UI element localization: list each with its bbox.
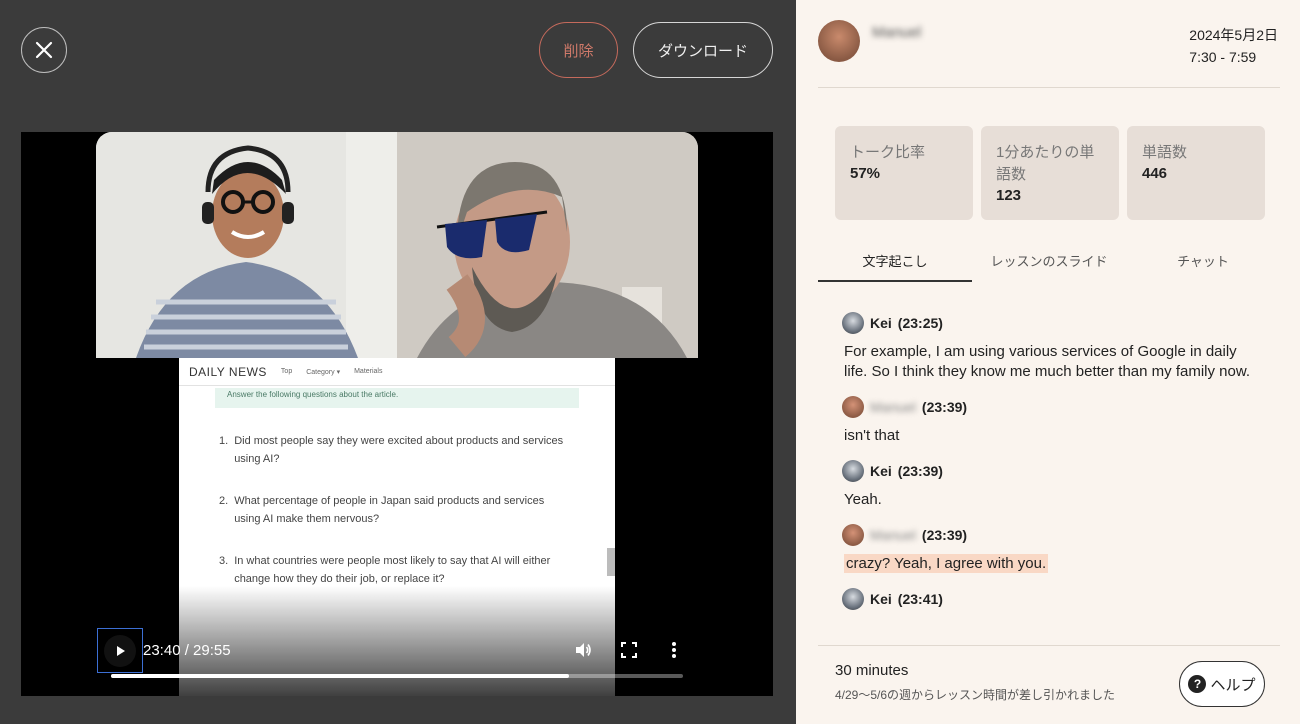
tab-chat[interactable]: チャット bbox=[1126, 244, 1280, 282]
lesson-date: 2024年5月2日 bbox=[1189, 27, 1278, 43]
speaker-name: Manuel bbox=[870, 399, 916, 415]
transcript-item: Kei (23:25) For example, I am using vari… bbox=[842, 308, 1252, 382]
stat-label: 1分あたりの単語数 bbox=[996, 144, 1095, 183]
highlighted-text: crazy? Yeah, I agree with you. bbox=[844, 554, 1049, 573]
avatar bbox=[842, 312, 864, 334]
speaker-name: Kei bbox=[870, 463, 892, 479]
divider bbox=[818, 645, 1280, 646]
transcript-item: Kei (23:39) Yeah. bbox=[842, 456, 1252, 510]
avatar bbox=[842, 524, 864, 546]
stat-talk-ratio: トーク比率 57% bbox=[835, 126, 973, 220]
progress-bar[interactable] bbox=[111, 674, 683, 678]
delete-button[interactable]: 削除 bbox=[539, 22, 618, 78]
message-text: crazy? Yeah, I agree with you. bbox=[844, 554, 1252, 574]
transcript-item: Kei (23:41) bbox=[842, 584, 1252, 614]
question-number: 3. bbox=[219, 555, 229, 567]
tab-bar: 文字起こし レッスンのスライド チャット bbox=[818, 244, 1280, 282]
message-header: Manuel (23:39) bbox=[842, 392, 1252, 422]
help-label: ヘルプ bbox=[1210, 676, 1256, 694]
stat-value: 446 bbox=[1142, 165, 1168, 182]
stat-word-count: 単語数 446 bbox=[1127, 126, 1265, 220]
slide-nav-category: Category ▾ bbox=[306, 368, 341, 376]
slide-nav-materials: Materials bbox=[354, 368, 383, 375]
lesson-time-range: 7:30 - 7:59 bbox=[1189, 49, 1257, 65]
divider bbox=[818, 87, 1280, 88]
slide-nav: DAILY NEWS Top Category ▾ Materials bbox=[179, 358, 615, 386]
message-text: Yeah. bbox=[844, 491, 882, 508]
question-text: What percentage of people in Japan said … bbox=[234, 495, 545, 525]
volume-icon[interactable] bbox=[573, 640, 593, 660]
message-time: (23:41) bbox=[897, 591, 943, 607]
play-icon bbox=[104, 634, 136, 667]
message-time: (23:39) bbox=[921, 399, 968, 415]
message-text: isn't that bbox=[844, 427, 900, 444]
message-header: Manuel (23:39) bbox=[842, 520, 1252, 550]
student-camera bbox=[397, 132, 698, 358]
slide-nav-top: Top bbox=[280, 368, 293, 375]
fullscreen-icon[interactable] bbox=[619, 640, 639, 660]
message-time: (23:39) bbox=[897, 463, 943, 479]
question-number: 1. bbox=[219, 435, 229, 447]
lesson-datetime: 2024年5月2日 7:30 - 7:59 bbox=[1189, 24, 1278, 68]
message-header: Kei (23:41) bbox=[842, 584, 1252, 614]
transcript-item: Manuel (23:39) crazy? Yeah, I agree with… bbox=[842, 520, 1252, 574]
slide-question: 2. What percentage of people in Japan sa… bbox=[219, 492, 573, 528]
slide-question: 3. In what countries were people most li… bbox=[219, 552, 573, 588]
video-time: 23:40 / 29:55 bbox=[143, 642, 231, 659]
message-time: (23:25) bbox=[897, 315, 943, 331]
transcript-list: Kei (23:25) For example, I am using vari… bbox=[842, 308, 1252, 614]
slide-logo: DAILY NEWS bbox=[189, 364, 267, 379]
slide-scrollbar bbox=[607, 548, 615, 576]
transcript-item: Manuel (23:39) isn't that bbox=[842, 392, 1252, 446]
play-button[interactable] bbox=[97, 628, 143, 673]
download-button[interactable]: ダウンロード bbox=[633, 22, 773, 78]
avatar bbox=[818, 20, 860, 62]
avatar bbox=[842, 588, 864, 610]
slide-instruction: Answer the following questions about the… bbox=[215, 388, 579, 408]
help-button[interactable]: ? ヘルプ bbox=[1179, 661, 1265, 707]
speaker-name: Kei bbox=[870, 315, 892, 331]
deduction-note: 4/29〜5/6の週からレッスン時間が差し引かれました bbox=[835, 688, 1116, 702]
details-pane: Manuel 2024年5月2日 7:30 - 7:59 トーク比率 57% 1… bbox=[796, 0, 1300, 724]
stat-words-per-minute: 1分あたりの単語数 123 bbox=[981, 126, 1119, 220]
close-button[interactable] bbox=[21, 27, 67, 73]
user-name: Manuel bbox=[872, 24, 922, 41]
stat-label: トーク比率 bbox=[850, 144, 926, 161]
question-text: Did most people say they were excited ab… bbox=[234, 435, 564, 465]
speaker-name: Manuel bbox=[870, 527, 916, 543]
close-icon bbox=[35, 41, 53, 59]
avatar bbox=[842, 460, 864, 482]
message-text: For example, I am using various services… bbox=[844, 343, 1251, 380]
message-header: Kei (23:25) bbox=[842, 308, 1252, 338]
more-options-icon[interactable] bbox=[664, 640, 684, 660]
question-number: 2. bbox=[219, 495, 229, 507]
tab-lesson-slides[interactable]: レッスンのスライド bbox=[972, 244, 1126, 282]
help-icon: ? bbox=[1188, 675, 1207, 693]
video-player[interactable]: DAILY NEWS Top Category ▾ Materials Answ… bbox=[21, 132, 773, 696]
lesson-minutes: 30 minutes bbox=[835, 662, 909, 679]
stat-value: 57% bbox=[850, 165, 881, 182]
question-text: In what countries were people most likel… bbox=[234, 555, 551, 585]
slide-question: 1. Did most people say they were excited… bbox=[219, 432, 573, 468]
message-time: (23:39) bbox=[921, 527, 968, 543]
tab-transcript[interactable]: 文字起こし bbox=[818, 244, 972, 282]
avatar bbox=[842, 396, 864, 418]
stat-label: 単語数 bbox=[1142, 144, 1188, 161]
teacher-camera bbox=[96, 132, 397, 358]
message-header: Kei (23:39) bbox=[842, 456, 1252, 486]
video-pane: 削除 ダウンロード DAILY NEWS Top Category ▾ Mate… bbox=[0, 0, 796, 724]
stat-value: 123 bbox=[996, 187, 1022, 204]
progress-fill bbox=[111, 674, 569, 678]
speaker-name: Kei bbox=[870, 591, 892, 607]
